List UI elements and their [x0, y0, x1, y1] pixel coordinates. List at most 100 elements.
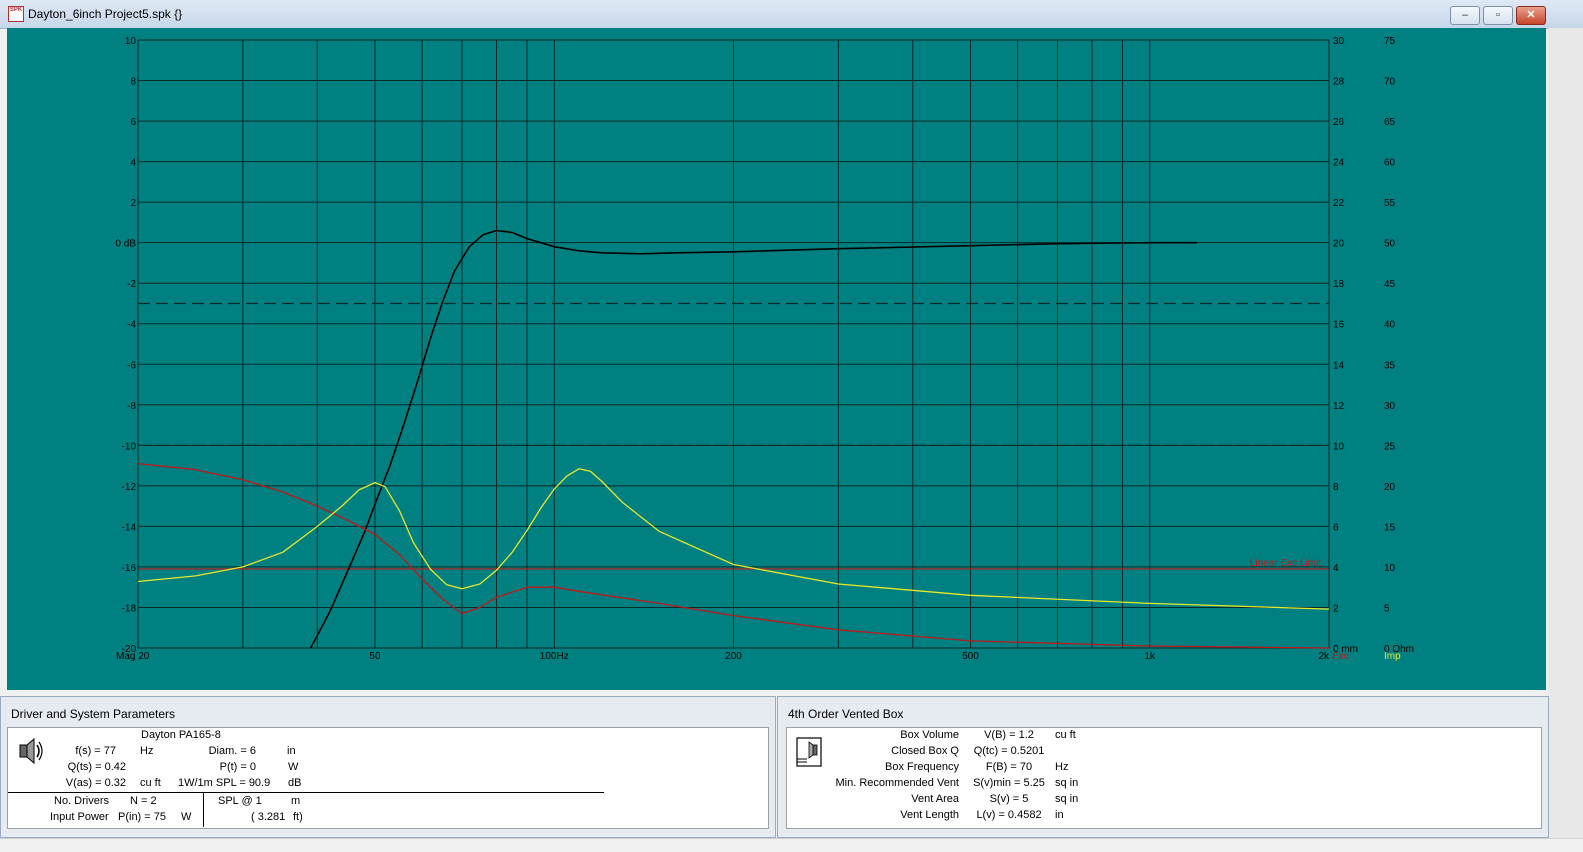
- db-tick-label: -12: [122, 482, 137, 493]
- response-graph[interactable]: Linear Exc Limit 10 8 6 4 2 0 dB -2 -4 -6 -8 -10 -12…: [7, 28, 1546, 690]
- impedance-tick-label: 40: [1384, 320, 1396, 331]
- excursion-tick-label: 8: [1333, 482, 1339, 493]
- no-drivers-value: N = 2: [130, 795, 157, 807]
- frequency-tick-label: 500: [962, 651, 979, 662]
- minimize-button[interactable]: –: [1450, 6, 1480, 25]
- excursion-tick-label: 26: [1333, 117, 1345, 128]
- box-param-label: Vent Area: [911, 793, 959, 805]
- excursion-tick-label: 30: [1333, 36, 1345, 47]
- db-tick-label: -8: [127, 401, 136, 412]
- pt-value: P(t) = 0: [219, 761, 256, 773]
- status-bar: [0, 838, 1583, 852]
- impedance-tick-label: 70: [1384, 77, 1396, 88]
- driver-parameters-panel: Driver and System Parameters Dayton PA16…: [0, 696, 776, 838]
- box-param-label: Min. Recommended Vent: [835, 777, 959, 789]
- driver-panel-title: Driver and System Parameters: [11, 707, 176, 721]
- impedance-tick-label: 55: [1384, 198, 1396, 209]
- response-chart-svg: Linear Exc Limit 10 8 6 4 2 0 dB -2 -4 -6 -8 -10 -12…: [115, 36, 1414, 662]
- impedance-tick-label: 35: [1384, 360, 1396, 371]
- vas-value: V(as) = 0.32: [65, 777, 126, 789]
- impedance-tick-label: 10: [1384, 563, 1396, 574]
- box-params-box[interactable]: Box Volume V(B) = 1.2 cu ft Closed Box Q Q(t…: [786, 727, 1542, 829]
- db-tick-label: 2: [130, 198, 136, 209]
- box-param-value: Q(tc) = 0.5201: [973, 745, 1045, 757]
- box-param-value: V(B) = 1.2: [984, 729, 1034, 741]
- excursion-tick-label: 2: [1333, 603, 1339, 614]
- restore-button[interactable]: ▫: [1483, 6, 1513, 25]
- box-parameters-panel: 4th Order Vented Box Box Volume V(B) = 1.…: [777, 696, 1549, 838]
- spl-value: 1W/1m SPL = 90.9: [178, 777, 271, 789]
- db-tick-label: 10: [125, 36, 137, 47]
- input-power-unit: W: [181, 811, 192, 823]
- db-tick-label: -16: [122, 563, 137, 574]
- vertical-scrollbar[interactable]: [1548, 28, 1583, 851]
- db-tick-label: -4: [127, 320, 136, 331]
- close-button[interactable]: ✕: [1516, 6, 1546, 25]
- impedance-tick-label: 75: [1384, 36, 1396, 47]
- input-power-value: P(in) = 75: [118, 811, 166, 823]
- box-param-value: L(v) = 0.4582: [976, 809, 1042, 821]
- impedance-tick-label: 20: [1384, 482, 1396, 493]
- frequency-tick-label: 200: [725, 651, 742, 662]
- db-tick-label: -2: [127, 279, 136, 290]
- fs-unit: Hz: [140, 745, 154, 757]
- frequency-tick-label: 2k: [1318, 651, 1330, 662]
- box-param-unit: in: [1055, 809, 1064, 821]
- excursion-tick-label: 16: [1333, 320, 1345, 331]
- box-param-unit: cu ft: [1055, 729, 1076, 741]
- box-param-label: Box Frequency: [885, 761, 959, 773]
- box-param-label: Closed Box Q: [891, 745, 959, 757]
- spl-unit: dB: [288, 777, 302, 789]
- impedance-tick-label: 60: [1384, 158, 1396, 169]
- divider: [203, 793, 204, 827]
- box-param-label: Box Volume: [900, 729, 959, 741]
- impedance-tick-label: 25: [1384, 441, 1396, 452]
- db-tick-label: -6: [127, 360, 136, 371]
- excursion-tick-label: 12: [1333, 401, 1345, 412]
- excursion-tick-label: 18: [1333, 279, 1345, 290]
- frequency-tick-label: Mag 20: [116, 651, 150, 662]
- excursion-tick-label: 10: [1333, 441, 1345, 452]
- frequency-tick-label: 1k: [1144, 651, 1156, 662]
- db-tick-label: -10: [122, 441, 137, 452]
- db-tick-label: 6: [130, 117, 136, 128]
- excursion-tick-label: 14: [1333, 360, 1345, 371]
- diam-value: Diam. = 6: [208, 745, 256, 757]
- impedance-axis-footer: Imp: [1384, 651, 1401, 662]
- db-tick-label: -14: [122, 522, 137, 533]
- qts-value: Q(ts) = 0.42: [67, 761, 126, 773]
- distance-feet: ( 3.281: [251, 811, 286, 823]
- db-tick-label: 0 dB: [115, 239, 136, 250]
- excursion-tick-label: 20: [1333, 239, 1345, 250]
- excursion-tick-label: 6: [1333, 522, 1339, 533]
- driver-name: Dayton PA165-8: [141, 729, 221, 741]
- pt-unit: W: [288, 761, 299, 773]
- linear-exc-limit-label: Linear Exc Limit: [1250, 558, 1321, 569]
- impedance-tick-label: 50: [1384, 239, 1396, 250]
- box-param-unit: sq in: [1055, 777, 1079, 789]
- window-title: Dayton_6inch Project5.spk {}: [28, 7, 183, 21]
- impedance-tick-label: 30: [1384, 401, 1396, 412]
- spl-at-label: SPL @ 1: [218, 795, 262, 807]
- no-drivers-label: No. Drivers: [54, 795, 110, 807]
- box-param-label: Vent Length: [900, 809, 959, 821]
- diam-unit: in: [287, 745, 296, 757]
- vas-unit: cu ft: [140, 777, 161, 789]
- frequency-tick-label: 50: [369, 651, 381, 662]
- excursion-tick-label: 22: [1333, 198, 1345, 209]
- box-param-value: S(v) = 5: [989, 793, 1029, 805]
- driver-params-box[interactable]: Dayton PA165-8 f(s) = 77 Hz Diam. = 6 in…: [7, 727, 769, 829]
- distance-feet-unit: ft): [293, 811, 303, 823]
- frequency-tick-label: 100Hz: [540, 651, 569, 662]
- excursion-axis-footer: Exc: [1332, 651, 1349, 662]
- box-param-unit: Hz: [1055, 761, 1069, 773]
- box-param-unit: sq in: [1055, 793, 1079, 805]
- box-panel-title: 4th Order Vented Box: [788, 707, 904, 721]
- app-icon: SPK: [8, 6, 24, 22]
- db-tick-label: 8: [130, 77, 136, 88]
- db-tick-label: 4: [130, 158, 136, 169]
- box-param-value: F(B) = 70: [985, 761, 1033, 773]
- impedance-tick-label: 15: [1384, 522, 1396, 533]
- fs-value: f(s) = 77: [75, 745, 116, 757]
- impedance-tick-label: 45: [1384, 279, 1396, 290]
